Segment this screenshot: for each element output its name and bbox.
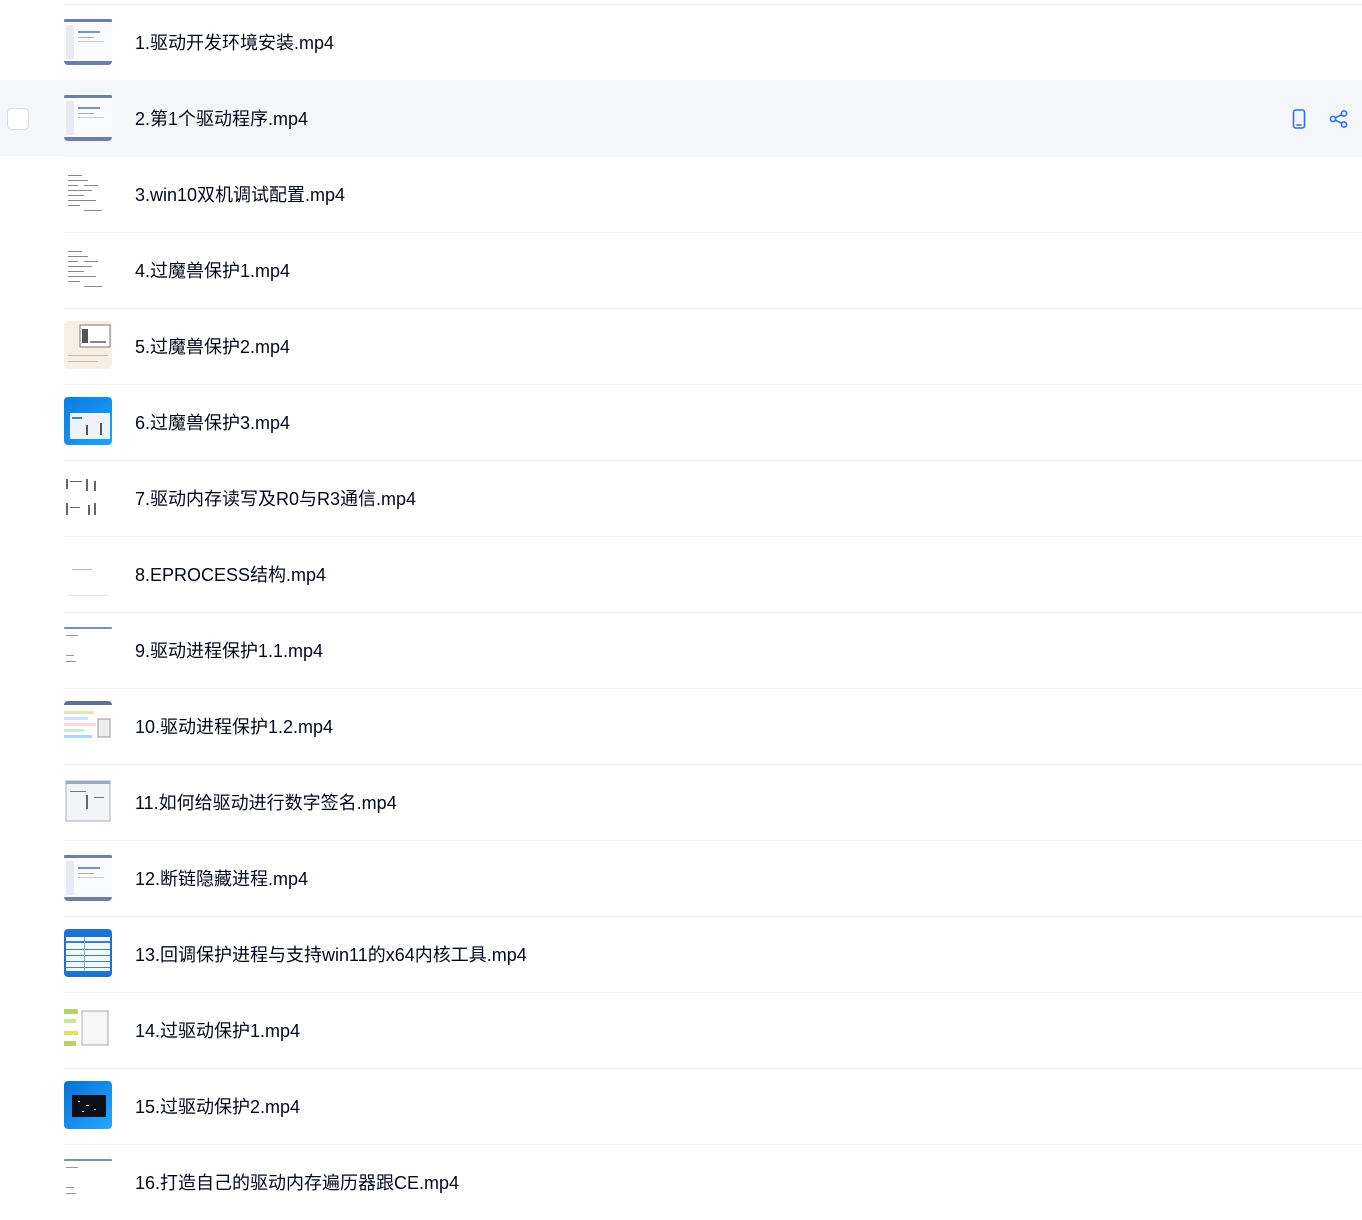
select-checkbox[interactable] bbox=[7, 108, 29, 130]
share-icon[interactable] bbox=[1327, 107, 1351, 131]
video-thumbnail[interactable] bbox=[64, 1157, 112, 1205]
video-thumbnail[interactable] bbox=[64, 701, 112, 749]
file-name[interactable]: 12.断链隐藏进程.mp4 bbox=[135, 868, 308, 890]
file-name[interactable]: 11.如何给驱动进行数字签名.mp4 bbox=[135, 792, 397, 814]
file-row[interactable]: 9.驱动进程保护1.1.mp4 bbox=[64, 612, 1362, 688]
file-name[interactable]: 3.win10双机调试配置.mp4 bbox=[135, 184, 345, 206]
file-name[interactable]: 7.驱动内存读写及R0与R3通信.mp4 bbox=[135, 488, 416, 510]
file-row[interactable]: 7.驱动内存读写及R0与R3通信.mp4 bbox=[64, 460, 1362, 536]
file-row[interactable]: 2.第1个驱动程序.mp4 bbox=[0, 80, 1362, 156]
phone-icon[interactable] bbox=[1287, 107, 1311, 131]
file-name[interactable]: 1.驱动开发环境安装.mp4 bbox=[135, 32, 334, 54]
video-thumbnail[interactable] bbox=[64, 549, 112, 597]
file-name[interactable]: 5.过魔兽保护2.mp4 bbox=[135, 336, 290, 358]
file-row[interactable]: 12.断链隐藏进程.mp4 bbox=[64, 840, 1362, 916]
file-name[interactable]: 10.驱动进程保护1.2.mp4 bbox=[135, 716, 333, 738]
file-row[interactable]: 4.过魔兽保护1.mp4 bbox=[64, 232, 1362, 308]
video-thumbnail[interactable] bbox=[64, 777, 112, 825]
video-thumbnail[interactable] bbox=[64, 473, 112, 521]
file-row[interactable]: 3.win10双机调试配置.mp4 bbox=[64, 156, 1362, 232]
video-thumbnail[interactable] bbox=[64, 625, 112, 673]
file-name[interactable]: 16.打造自己的驱动内存遍历器跟CE.mp4 bbox=[135, 1172, 459, 1194]
file-row[interactable]: 5.过魔兽保护2.mp4 bbox=[64, 308, 1362, 384]
file-list: 1.驱动开发环境安装.mp4 2.第1个驱动程序.mp4 3.win10双机调试配置… bbox=[0, 4, 1362, 1220]
file-name[interactable]: 13.回调保护进程与支持win11的x64内核工具.mp4 bbox=[135, 944, 527, 966]
file-name[interactable]: 14.过驱动保护1.mp4 bbox=[135, 1020, 300, 1042]
file-row[interactable]: 10.驱动进程保护1.2.mp4 bbox=[64, 688, 1362, 764]
file-row[interactable]: 15.过驱动保护2.mp4 bbox=[64, 1068, 1362, 1144]
video-thumbnail[interactable] bbox=[64, 245, 112, 293]
file-name[interactable]: 9.驱动进程保护1.1.mp4 bbox=[135, 640, 323, 662]
file-row[interactable]: 14.过驱动保护1.mp4 bbox=[64, 992, 1362, 1068]
row-actions bbox=[1272, 107, 1362, 131]
file-row[interactable]: 1.驱动开发环境安装.mp4 bbox=[64, 4, 1362, 80]
video-thumbnail[interactable] bbox=[64, 1081, 112, 1129]
video-thumbnail[interactable] bbox=[64, 169, 112, 217]
file-row[interactable]: 6.过魔兽保护3.mp4 bbox=[64, 384, 1362, 460]
video-thumbnail[interactable] bbox=[64, 17, 112, 65]
video-thumbnail[interactable] bbox=[64, 853, 112, 901]
file-row[interactable]: 11.如何给驱动进行数字签名.mp4 bbox=[64, 764, 1362, 840]
file-name[interactable]: 2.第1个驱动程序.mp4 bbox=[135, 108, 308, 130]
file-row[interactable]: 13.回调保护进程与支持win11的x64内核工具.mp4 bbox=[64, 916, 1362, 992]
file-row[interactable]: 8.EPROCESS结构.mp4 bbox=[64, 536, 1362, 612]
file-name[interactable]: 4.过魔兽保护1.mp4 bbox=[135, 260, 290, 282]
file-name[interactable]: 15.过驱动保护2.mp4 bbox=[135, 1096, 300, 1118]
file-name[interactable]: 6.过魔兽保护3.mp4 bbox=[135, 412, 290, 434]
video-thumbnail[interactable] bbox=[64, 321, 112, 369]
video-thumbnail[interactable] bbox=[64, 929, 112, 977]
video-thumbnail[interactable] bbox=[64, 1005, 112, 1053]
video-thumbnail[interactable] bbox=[64, 93, 112, 141]
file-name[interactable]: 8.EPROCESS结构.mp4 bbox=[135, 564, 326, 586]
video-thumbnail[interactable] bbox=[64, 397, 112, 445]
file-row[interactable]: 16.打造自己的驱动内存遍历器跟CE.mp4 bbox=[64, 1144, 1362, 1220]
